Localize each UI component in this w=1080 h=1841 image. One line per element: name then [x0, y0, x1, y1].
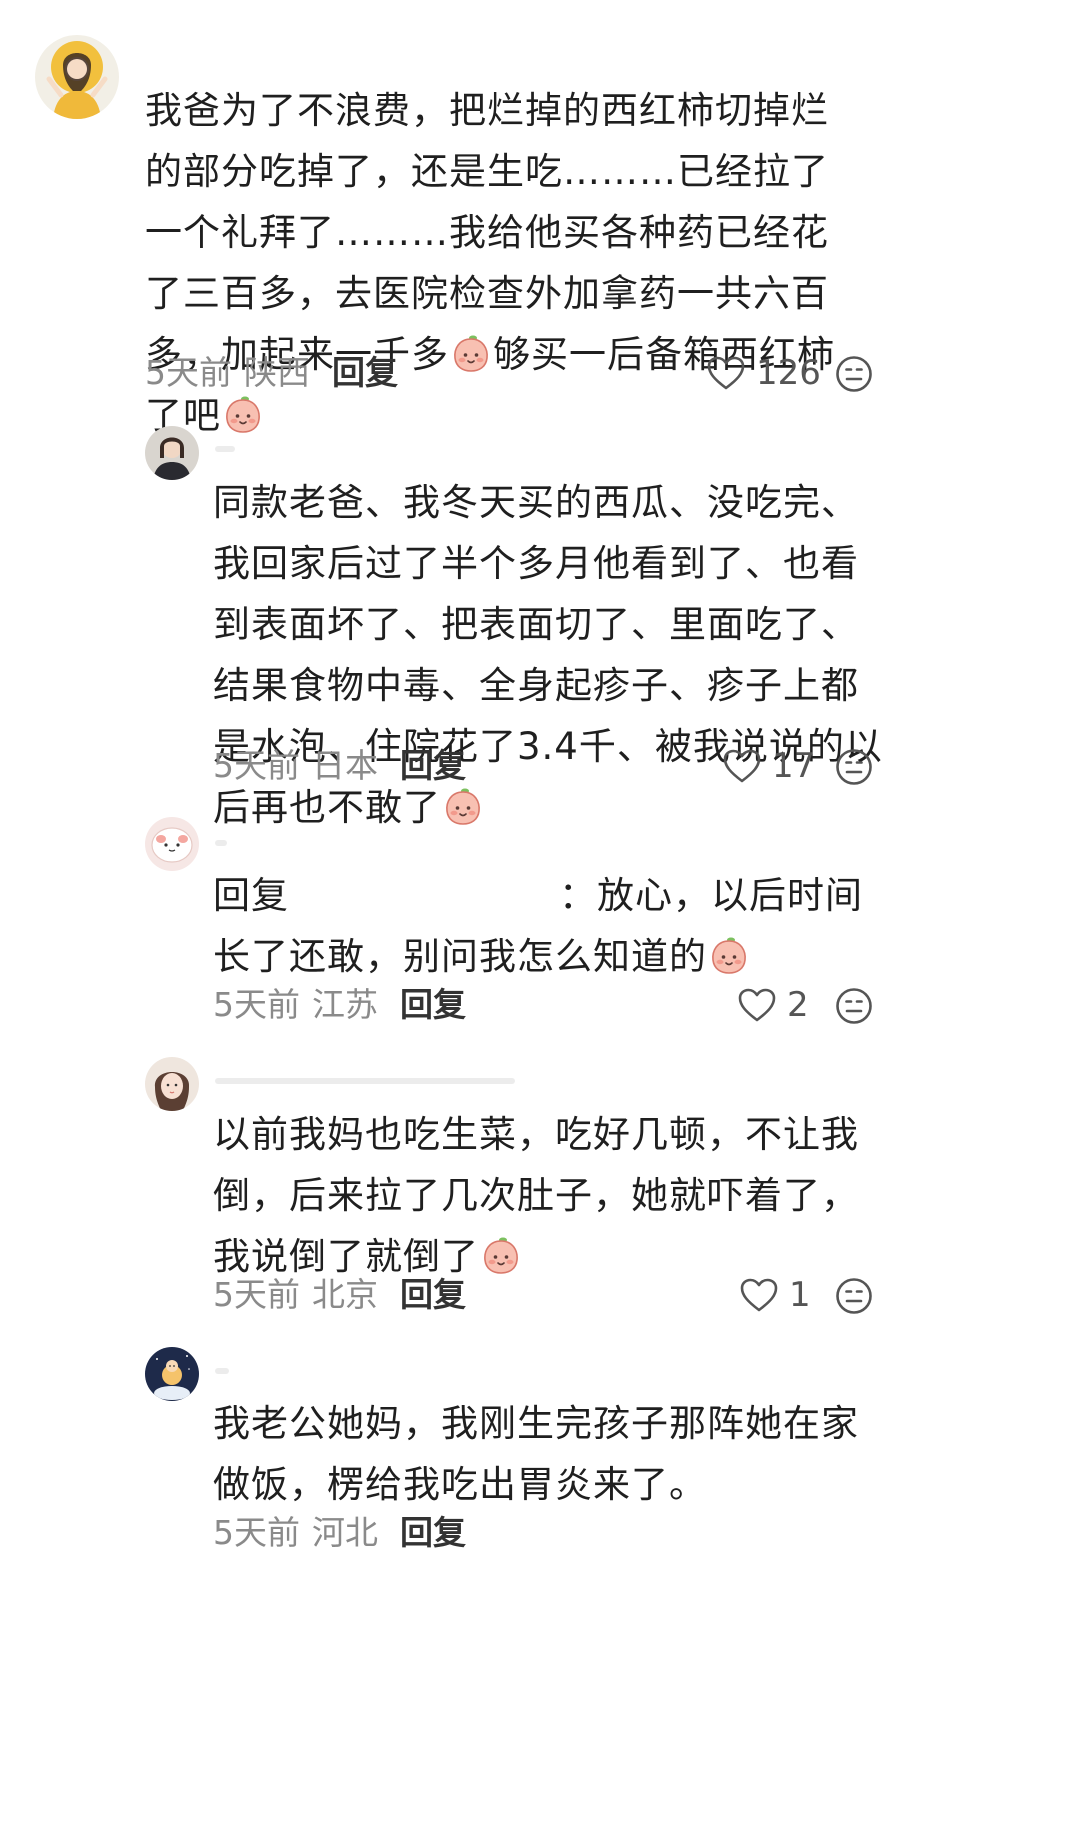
- dislike-button[interactable]: [835, 748, 873, 786]
- peach-emoji-icon: [443, 786, 483, 826]
- reply-colon: ：: [559, 874, 597, 917]
- comment-text-part: 以前我妈也吃生菜，吃好几顿，不让我倒，后来拉了几次肚子，她就吓着了，我说倒了就倒…: [213, 1113, 859, 1278]
- dislike-button[interactable]: [835, 987, 873, 1025]
- comment-text: 回复 ：放心，以后时间长了还敢，别问我怎么知道的: [213, 865, 883, 987]
- like-count: 17: [772, 746, 816, 786]
- username-masked: [215, 1078, 515, 1084]
- username-masked: [215, 1368, 229, 1374]
- comment-text: 以前我妈也吃生菜，吃好几顿，不让我倒，后来拉了几次肚子，她就吓着了，我说倒了就倒…: [213, 1104, 883, 1287]
- comment-meta: 5天前 日本 回复: [213, 746, 466, 786]
- comment-text: 我老公她妈，我刚生完孩子那阵她在家做饭，楞给我吃出胃炎来了。: [213, 1393, 883, 1515]
- like-button[interactable]: 2: [737, 985, 809, 1025]
- frown-face-icon: [835, 748, 873, 786]
- comment-time: 5天前: [213, 1513, 300, 1552]
- heart-outline-icon: [722, 748, 762, 784]
- comment-time: 5天前: [213, 985, 300, 1024]
- like-count: 1: [789, 1275, 811, 1315]
- avatar[interactable]: [35, 35, 119, 119]
- reply-button[interactable]: 回复: [400, 1513, 466, 1552]
- comment-time: 5天前: [213, 1275, 300, 1314]
- dislike-button[interactable]: [835, 1277, 873, 1315]
- avatar[interactable]: [145, 426, 199, 480]
- avatar[interactable]: [145, 1347, 199, 1401]
- frown-face-icon: [835, 1277, 873, 1315]
- avatar[interactable]: [145, 1057, 199, 1111]
- comment-location: 日本: [312, 746, 378, 785]
- heart-outline-icon: [706, 355, 746, 391]
- like-button[interactable]: 126: [706, 353, 821, 393]
- comment-meta: 5天前 河北 回复: [213, 1513, 466, 1553]
- username-masked: [215, 446, 235, 452]
- masked-username: [289, 882, 559, 912]
- reply-button[interactable]: 回复: [400, 1275, 466, 1314]
- comment-meta: 5天前 北京 回复: [213, 1275, 466, 1315]
- like-button[interactable]: 1: [739, 1275, 811, 1315]
- frown-face-icon: [835, 987, 873, 1025]
- comment-location: 北京: [312, 1275, 378, 1314]
- comment-location: 河北: [312, 1513, 378, 1552]
- peach-emoji-icon: [709, 935, 749, 975]
- like-button[interactable]: 17: [722, 746, 815, 786]
- comment-location: 江苏: [312, 985, 378, 1024]
- comment-text-part: 我老公她妈，我刚生完孩子那阵她在家做饭，楞给我吃出胃炎来了。: [213, 1402, 859, 1506]
- reply-button[interactable]: 回复: [400, 746, 466, 785]
- reply-button[interactable]: 回复: [332, 353, 398, 392]
- frown-face-icon: [835, 355, 873, 393]
- comment-time: 5天前: [213, 746, 300, 785]
- peach-emoji-icon: [223, 394, 263, 434]
- heart-outline-icon: [737, 987, 777, 1023]
- comment-meta: 5天前 陕西 回复: [145, 353, 398, 393]
- like-count: 2: [787, 985, 809, 1025]
- like-count: 126: [756, 353, 821, 393]
- comment-time: 5天前: [145, 353, 232, 392]
- reply-button[interactable]: 回复: [400, 985, 466, 1024]
- heart-outline-icon: [739, 1277, 779, 1313]
- peach-emoji-icon: [451, 333, 491, 373]
- comment-location: 陕西: [244, 353, 310, 392]
- avatar[interactable]: [145, 817, 199, 871]
- username-masked: [215, 840, 227, 846]
- reply-prefix: 回复: [213, 874, 289, 917]
- comment-meta: 5天前 江苏 回复: [213, 985, 466, 1025]
- dislike-button[interactable]: [835, 355, 873, 393]
- peach-emoji-icon: [481, 1235, 521, 1275]
